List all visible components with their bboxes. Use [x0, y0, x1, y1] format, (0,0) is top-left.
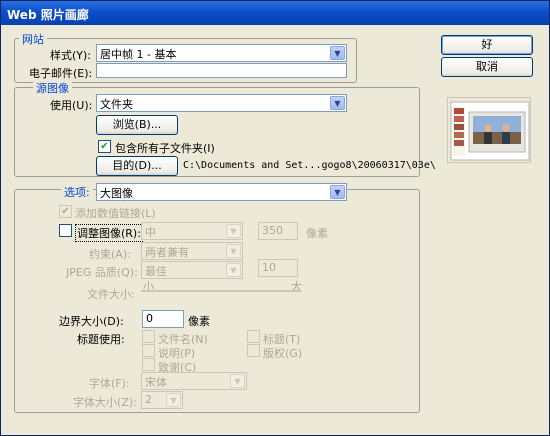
file-size-label: 文件大小:: [87, 288, 135, 301]
style-preview-thumbnail: [447, 97, 531, 163]
cancel-button[interactable]: 取消: [441, 57, 533, 77]
options-select-value: 大图像: [100, 187, 133, 200]
options-label: 选项:: [61, 184, 93, 200]
include-subfolders-label[interactable]: 包含所有子文件夹(I): [115, 140, 215, 156]
use-label: 使用(U):: [50, 99, 93, 112]
resize-px-field[interactable]: 350: [258, 222, 298, 240]
chevron-down-icon[interactable]: ▼: [230, 374, 245, 388]
border-size-label: 边界大小(D):: [59, 315, 124, 328]
preview-image: [450, 101, 530, 161]
jpeg-quality-select[interactable]: 最佳 ▼: [141, 261, 243, 279]
resize-size-select[interactable]: 中 ▼: [141, 222, 243, 240]
copyright-checkbox[interactable]: [247, 344, 260, 357]
chevron-down-icon[interactable]: ▼: [166, 393, 181, 407]
font-select-value: 宋体: [145, 376, 167, 389]
style-label: 样式(Y):: [50, 49, 92, 62]
titles-use-label: 标题使用:: [77, 333, 125, 346]
font-label: 字体(F):: [89, 377, 130, 390]
resize-images-label[interactable]: 调整图像(R):: [75, 224, 143, 242]
credits-checkbox[interactable]: [142, 358, 155, 371]
chevron-down-icon[interactable]: ▼: [330, 46, 345, 60]
email-field[interactable]: [96, 63, 347, 78]
chevron-down-icon[interactable]: ▼: [330, 185, 345, 199]
constrain-label: 约束(A):: [89, 248, 131, 261]
jpeg-quality-number-field[interactable]: 10: [258, 259, 298, 277]
style-select-value: 居中帧 1 - 基本: [100, 48, 177, 61]
constrain-value: 两者兼有: [145, 246, 189, 259]
style-select[interactable]: 居中帧 1 - 基本 ▼: [96, 44, 347, 62]
email-label: 电子邮件(E):: [29, 67, 93, 80]
file-size-slider-track: [141, 290, 301, 292]
resize-size-value: 中: [145, 226, 156, 239]
chevron-down-icon[interactable]: ▼: [226, 224, 241, 238]
caption-checkbox[interactable]: [142, 344, 155, 357]
use-select-value: 文件夹: [100, 98, 133, 111]
browse-button[interactable]: 浏览(B)...: [96, 115, 178, 135]
resize-images-checkbox[interactable]: [59, 224, 72, 237]
dialog-title: Web 照片画廊: [7, 8, 89, 22]
jpeg-quality-value: 最佳: [145, 265, 167, 278]
constrain-select[interactable]: 两者兼有 ▼: [141, 242, 243, 260]
add-width-height-label: 添加数值链接(L): [75, 207, 156, 220]
check-mark-icon: ✔: [61, 206, 70, 217]
chevron-down-icon[interactable]: ▼: [226, 263, 241, 277]
include-subfolders-checkbox[interactable]: ✔: [98, 140, 111, 153]
filename-checkbox[interactable]: [142, 330, 155, 343]
destination-path: C:\Documents and Set...gogo8\20060317\03…: [183, 160, 436, 171]
chevron-down-icon[interactable]: ▼: [226, 244, 241, 258]
title-checkbox[interactable]: [247, 330, 260, 343]
chevron-down-icon[interactable]: ▼: [330, 96, 345, 110]
options-select[interactable]: 大图像 ▼: [96, 183, 347, 201]
copyright-label: 版权(G): [263, 347, 303, 360]
site-legend: 网站: [19, 31, 47, 47]
ok-button[interactable]: 好: [441, 35, 533, 55]
title-bar: Web 照片画廊: [1, 1, 549, 25]
font-select[interactable]: 宋体 ▼: [141, 372, 247, 390]
use-select[interactable]: 文件夹 ▼: [96, 94, 347, 112]
destination-button[interactable]: 目的(D)...: [96, 156, 178, 176]
add-width-height-checkbox[interactable]: ✔: [59, 205, 72, 218]
font-size-select-value: 2: [145, 393, 152, 406]
border-size-field[interactable]: 0: [142, 310, 184, 328]
check-mark-icon: ✔: [100, 141, 109, 152]
font-size-select[interactable]: 2 ▼: [141, 391, 183, 409]
font-size-label: 字体大小(Z):: [73, 396, 137, 409]
resize-px-unit: 像素: [306, 227, 328, 240]
source-legend: 源图像: [33, 80, 72, 96]
jpeg-quality-label: JPEG 品质(Q):: [66, 266, 138, 279]
dialog-window: Web 照片画廊 好 取消 网站 样式(Y): 居中帧 1 - 基本 ▼ 电子邮…: [0, 0, 550, 436]
border-size-unit: 像素: [188, 315, 210, 328]
